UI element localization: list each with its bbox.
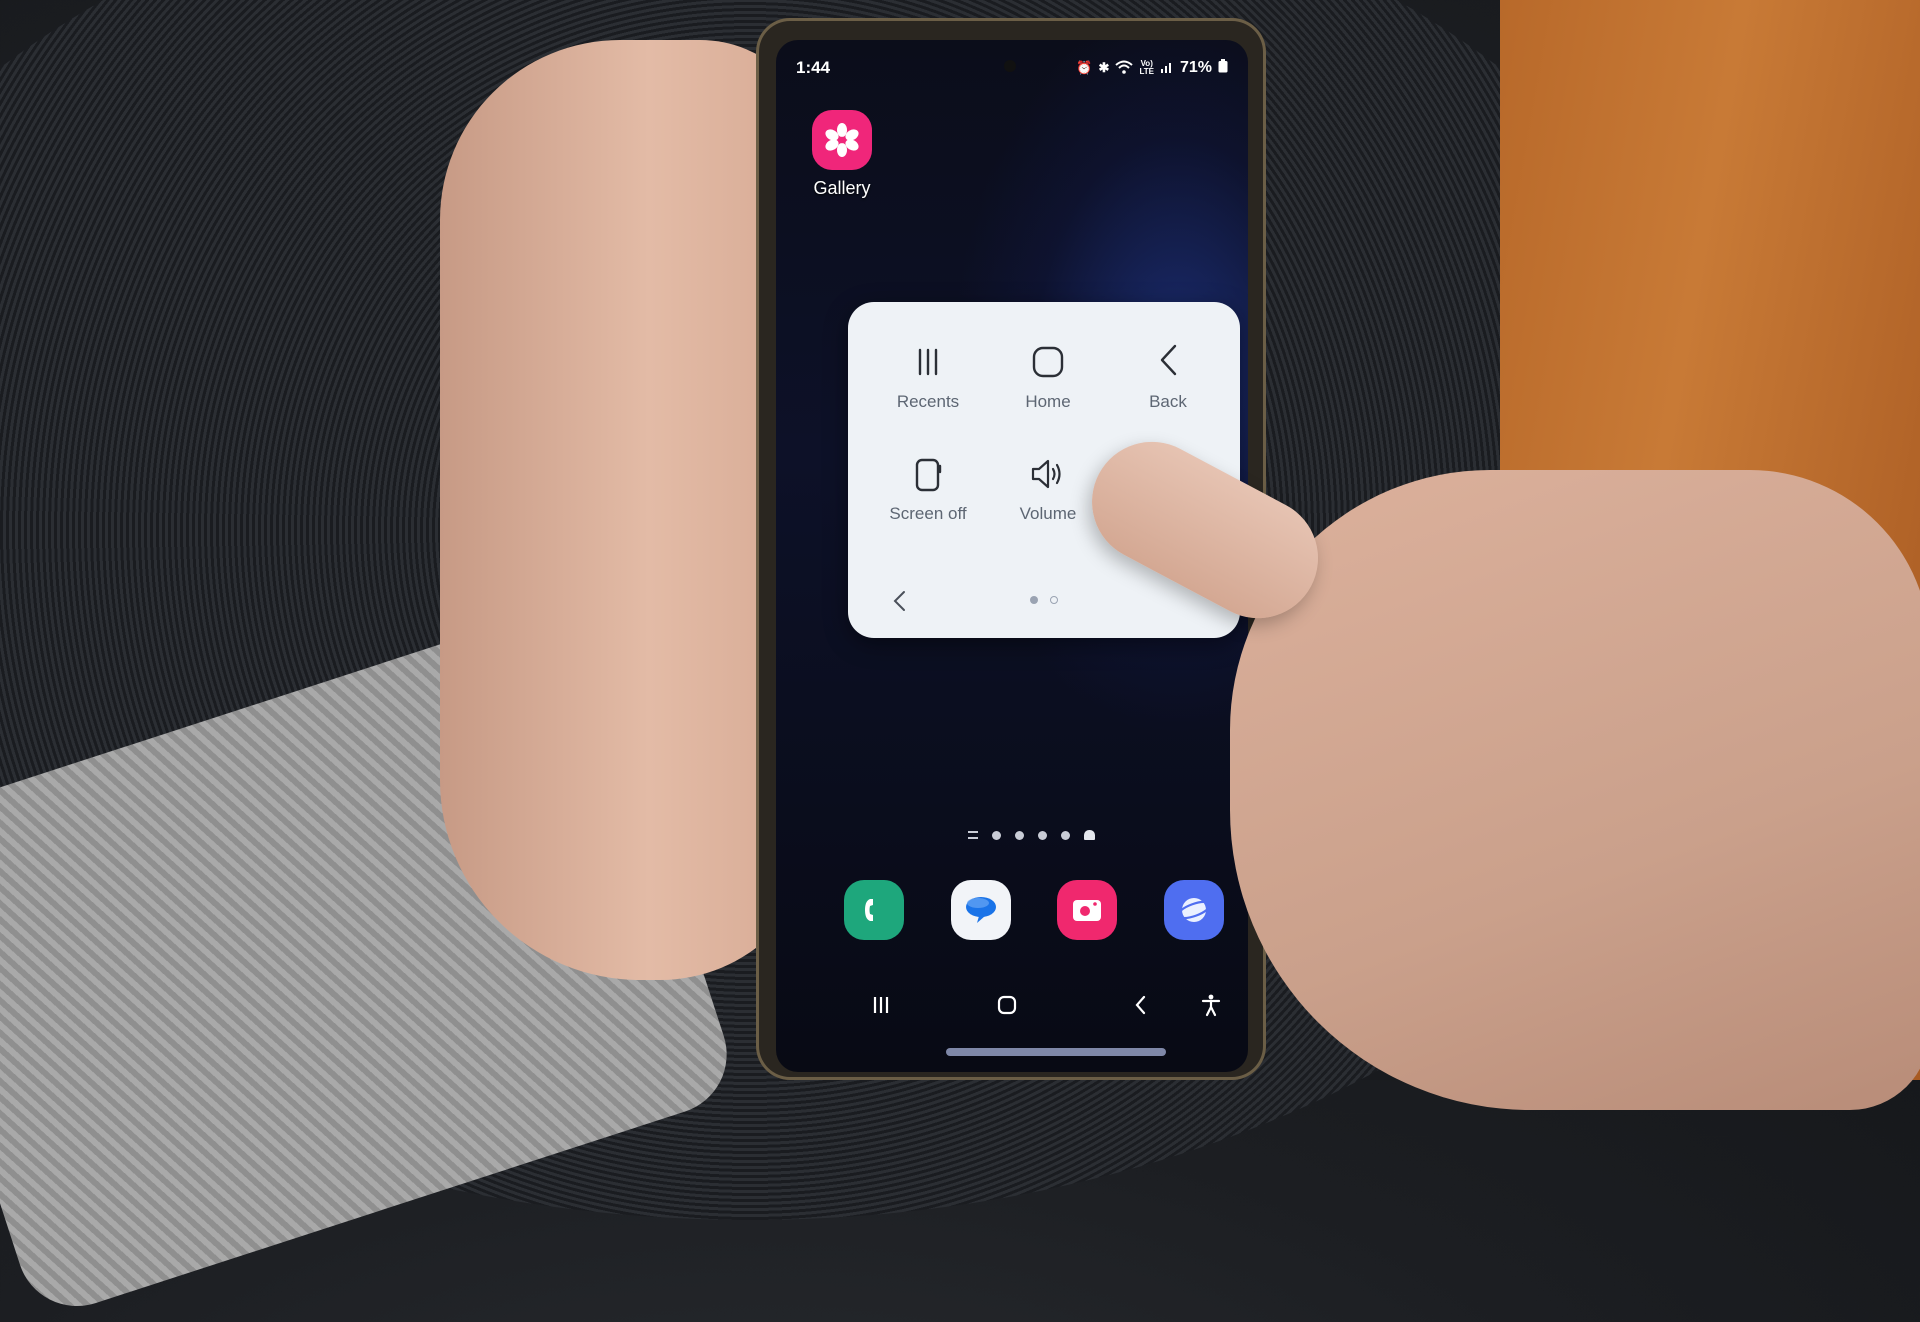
nav-accessibility-button[interactable] — [1194, 988, 1228, 1022]
bluetooth-icon: ✱ — [1098, 60, 1110, 75]
assistant-item-label: Volume — [1019, 504, 1077, 523]
panel-page-dot-active — [1030, 596, 1038, 604]
assistant-item-label: Screen off — [889, 504, 967, 523]
assistant-item-label: Recents — [896, 392, 960, 411]
assistant-back-button[interactable]: Back — [1108, 342, 1228, 412]
alarm-icon: ⏰ — [1076, 60, 1093, 75]
wifi-icon — [1115, 60, 1134, 77]
home-icon — [997, 995, 1017, 1015]
navigation-bar — [776, 980, 1248, 1030]
internet-planet-icon — [1176, 898, 1212, 922]
app-label: Gallery — [813, 178, 871, 198]
nav-recents-button[interactable] — [864, 988, 898, 1022]
home-page-indicator — [968, 830, 1095, 840]
page-dot[interactable] — [1015, 830, 1024, 840]
back-icon — [1135, 995, 1146, 1015]
messages-icon — [965, 897, 996, 923]
dock-internet-app[interactable] — [1163, 880, 1224, 940]
app-dock — [844, 880, 1224, 940]
assistant-item-label: Home — [1025, 392, 1071, 411]
panel-page-dot — [1050, 596, 1058, 604]
nav-home-button[interactable] — [990, 988, 1024, 1022]
status-time: 1:44 — [796, 58, 831, 77]
recents-icon — [918, 348, 938, 376]
page-dot[interactable] — [992, 830, 1001, 840]
signal-icon — [1160, 60, 1174, 77]
gallery-flower-icon — [812, 110, 872, 170]
volte-lte-icon: Vo) LTE — [1139, 59, 1154, 76]
dock-camera-app[interactable] — [1057, 880, 1118, 940]
recents-icon — [873, 997, 889, 1013]
screen-off-icon — [915, 458, 942, 492]
nav-back-button[interactable] — [1124, 988, 1158, 1022]
panel-previous-page-icon[interactable] — [888, 586, 912, 616]
phone-icon — [865, 899, 873, 921]
battery-icon — [1218, 58, 1228, 78]
page-dot[interactable] — [1038, 830, 1047, 840]
home-page-dot-icon[interactable] — [1084, 830, 1095, 840]
assistant-volume-button[interactable]: Volume — [988, 454, 1108, 524]
front-camera — [1004, 60, 1016, 72]
assistant-item-label: Back — [1149, 392, 1187, 411]
page-dot[interactable] — [1061, 830, 1070, 840]
dock-phone-app[interactable] — [844, 880, 904, 940]
page-list-icon[interactable] — [968, 831, 978, 839]
assistant-recents-button[interactable]: Recents — [868, 342, 988, 412]
assistant-screen-off-button[interactable]: Screen off — [868, 454, 988, 524]
volume-icon — [1031, 459, 1061, 489]
home-icon — [1032, 346, 1064, 378]
battery-percent: 71% — [1179, 59, 1212, 76]
right-hand — [1230, 470, 1920, 1110]
back-icon — [1160, 344, 1177, 376]
app-gallery[interactable]: Gallery — [812, 110, 872, 199]
dock-messages-app[interactable] — [950, 880, 1011, 940]
camera-icon — [1073, 900, 1102, 921]
accessibility-icon — [1201, 994, 1221, 1017]
assistant-home-button[interactable]: Home — [988, 342, 1108, 412]
gesture-hint-bar — [946, 1048, 1166, 1056]
panel-page-indicator — [1030, 596, 1058, 604]
